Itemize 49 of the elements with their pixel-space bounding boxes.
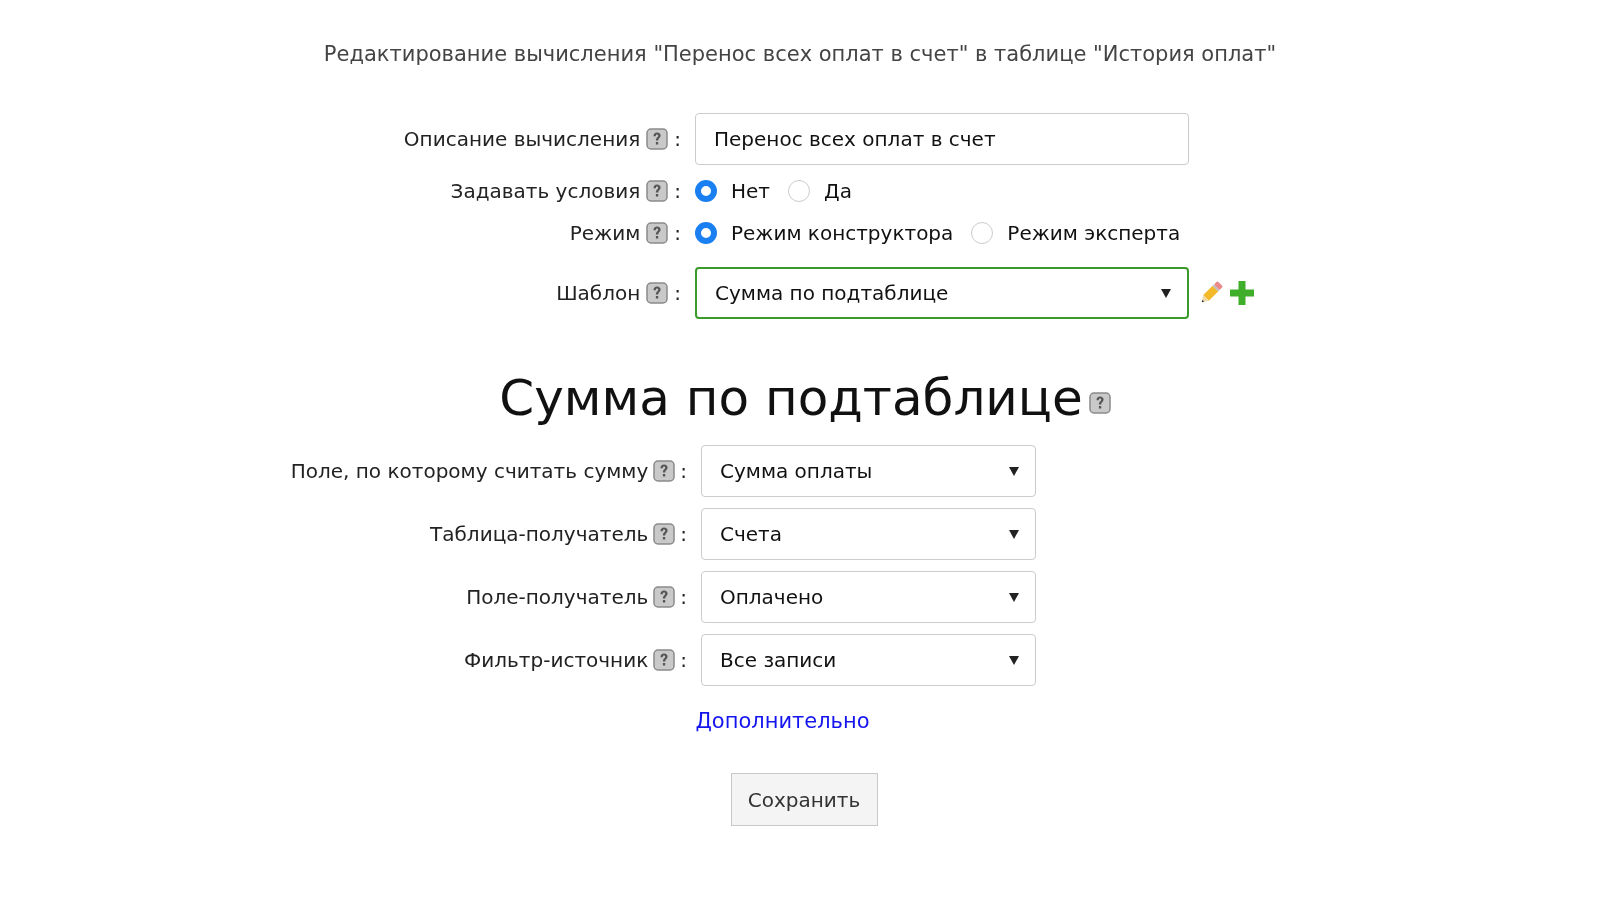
colon: :	[674, 281, 681, 305]
colon: :	[674, 221, 681, 245]
help-icon[interactable]	[646, 128, 669, 150]
radio-label[interactable]: Режим эксперта	[1007, 221, 1181, 245]
help-icon[interactable]	[653, 523, 676, 545]
field-label: Шаблон	[556, 281, 641, 305]
help-icon[interactable]	[653, 586, 676, 608]
caret-icon	[1161, 288, 1171, 298]
dropdown[interactable]: Оплачено	[701, 571, 1036, 623]
radio-button[interactable]	[695, 180, 717, 202]
dropdown[interactable]: Счета	[701, 508, 1036, 560]
caret-icon	[1009, 529, 1019, 539]
field-label: Таблица-получатель	[430, 522, 649, 546]
caret-icon	[1009, 655, 1019, 665]
help-icon[interactable]	[646, 180, 669, 202]
field-label: Фильтр-источник	[464, 648, 649, 672]
radio-button[interactable]	[695, 222, 717, 244]
radio-label[interactable]: Режим конструктора	[731, 221, 954, 245]
page-title: Редактирование вычисления "Перенос всех оплат в счет" в таблице "История оплат"	[322, 41, 1278, 68]
colon: :	[680, 648, 687, 672]
field-label: Описание вычисления	[403, 127, 641, 151]
help-icon[interactable]	[1088, 392, 1111, 414]
help-icon[interactable]	[646, 222, 669, 244]
colon: :	[674, 127, 681, 151]
help-icon[interactable]	[646, 282, 669, 304]
dropdown[interactable]: Все записи	[701, 634, 1036, 686]
caret-icon	[1009, 592, 1019, 602]
field-label: Режим	[569, 221, 641, 245]
colon: :	[680, 459, 687, 483]
radio-button[interactable]	[788, 180, 810, 202]
save-button[interactable]: Сохранить	[730, 773, 878, 826]
field-label: Задавать условия	[450, 179, 641, 203]
help-icon[interactable]	[653, 460, 676, 482]
colon: :	[680, 585, 687, 609]
dropdown[interactable]: Сумма оплаты	[701, 445, 1036, 497]
radio-button[interactable]	[971, 222, 994, 244]
plus-icon[interactable]	[1229, 280, 1255, 306]
help-icon[interactable]	[653, 649, 676, 671]
input-field[interactable]: Перенос всех оплат в счет	[695, 113, 1189, 165]
colon: :	[680, 522, 687, 546]
field-label: Поле, по которому считать сумму	[290, 459, 649, 483]
section-heading: Сумма по подтаблице	[499, 369, 1083, 427]
more-link[interactable]: Дополнительно	[695, 709, 870, 733]
radio-label[interactable]: Да	[824, 179, 852, 203]
colon: :	[674, 179, 681, 203]
field-label: Поле-получатель	[466, 585, 649, 609]
caret-icon	[1009, 466, 1019, 476]
dropdown[interactable]: Сумма по подтаблице	[695, 267, 1189, 319]
radio-label[interactable]: Нет	[731, 179, 770, 203]
